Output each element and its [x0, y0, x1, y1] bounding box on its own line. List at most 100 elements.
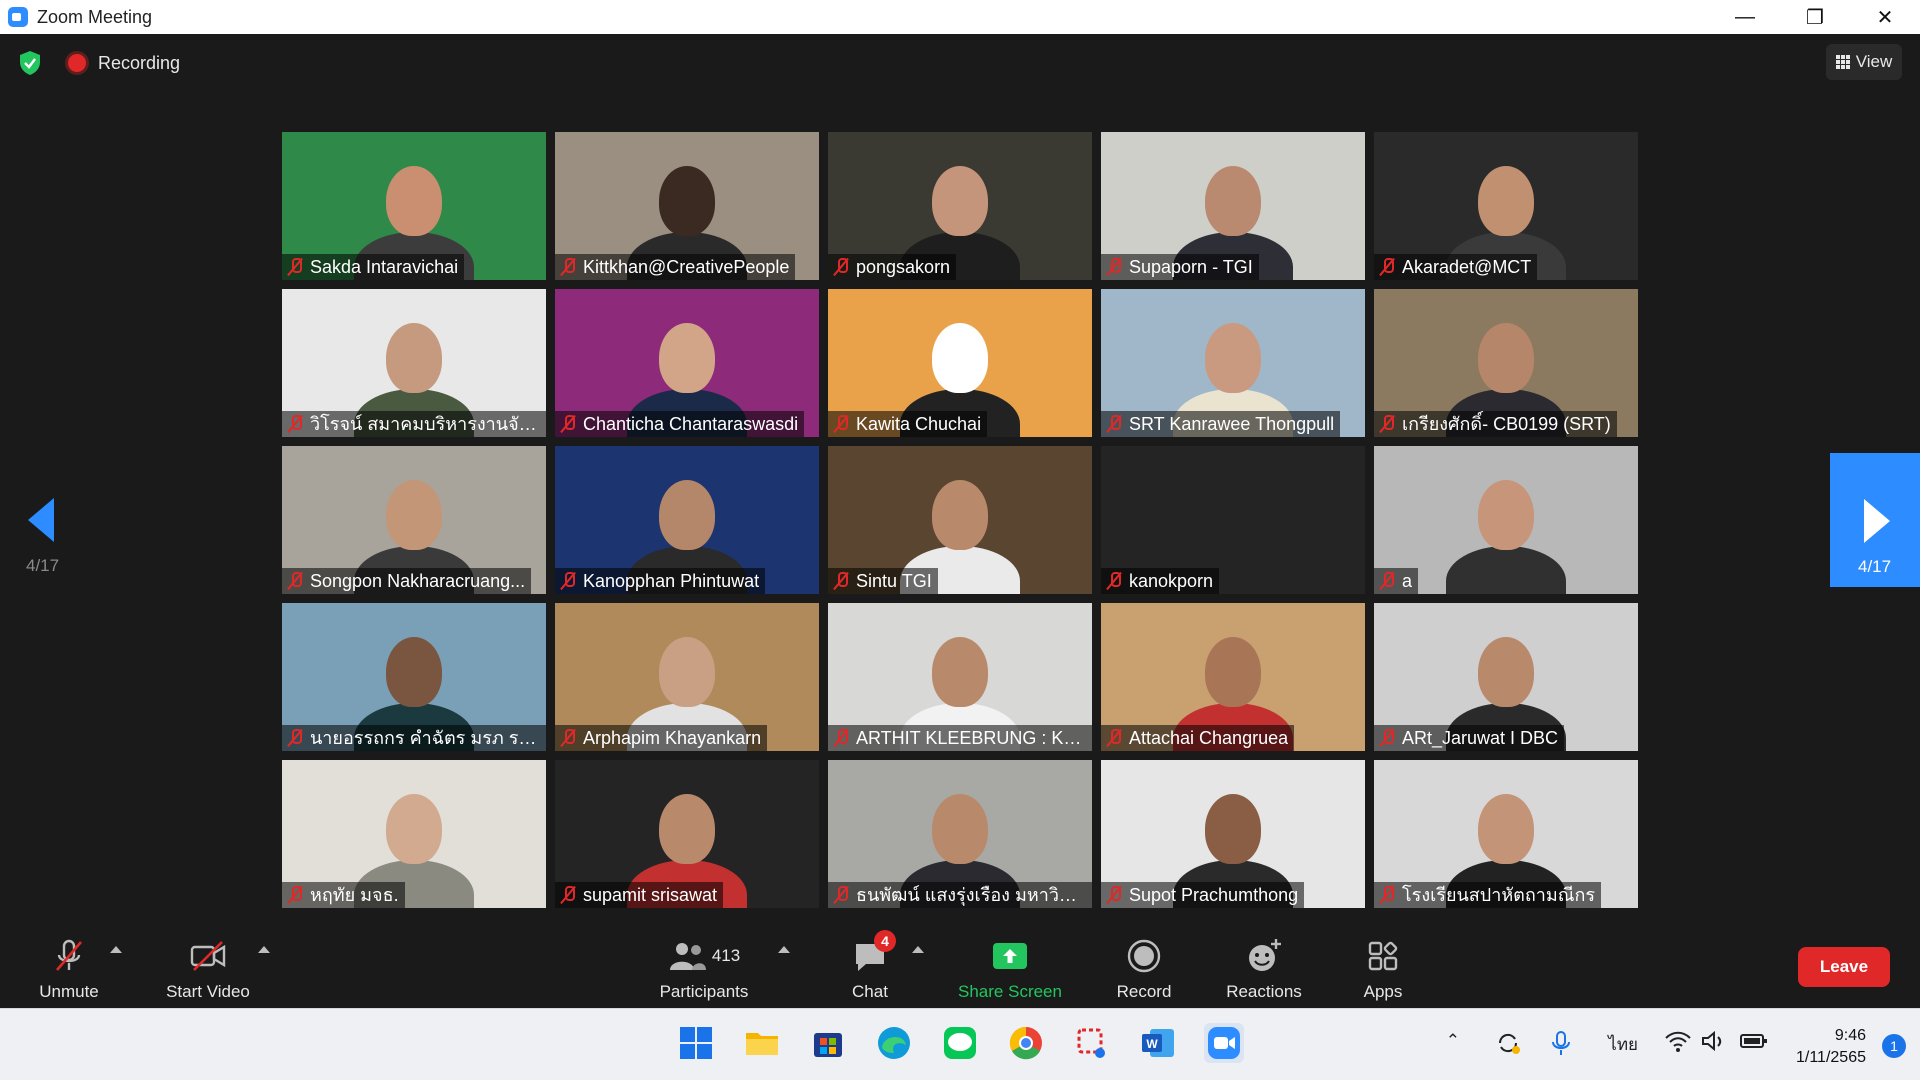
- participant-video-tile[interactable]: Kittkhan@CreativePeople: [555, 132, 819, 280]
- participant-video-tile[interactable]: ธนพัฒน์ แสงรุ่งเรือง มหาวิทย...: [828, 760, 1092, 908]
- participant-video-tile[interactable]: ARTHIT KLEEBRUNG : KVC: [828, 603, 1092, 751]
- previous-page-button[interactable]: 4/17: [18, 488, 74, 578]
- participants-options-chevron-icon[interactable]: [778, 946, 790, 953]
- chat-options-chevron-icon[interactable]: [912, 946, 924, 953]
- participant-video-tile[interactable]: หฤทัย มจธ.: [282, 760, 546, 908]
- microphone-muted-icon: [1378, 885, 1396, 905]
- snipping-tool-icon[interactable]: [1072, 1023, 1112, 1063]
- share-screen-button[interactable]: Share Screen: [950, 928, 1070, 1008]
- participant-video-tile[interactable]: a: [1374, 446, 1638, 594]
- microphone-muted-icon: [286, 571, 304, 591]
- participant-video-tile[interactable]: Chanticha Chantaraswasdi: [555, 289, 819, 437]
- audio-options-chevron-icon[interactable]: [110, 946, 122, 953]
- participant-name-tag: Arphapim Khayankarn: [555, 725, 768, 751]
- start-menu-icon[interactable]: [676, 1023, 716, 1063]
- restore-button[interactable]: ❐: [1780, 0, 1850, 34]
- participant-video-tile[interactable]: Kanopphan Phintuwat: [555, 446, 819, 594]
- participant-name: Attachai Changruea: [1129, 728, 1289, 748]
- arrow-right-icon: [1864, 499, 1890, 543]
- participant-video-tile[interactable]: วิโรจน์ สมาคมบริหารงานจัดซื้...: [282, 289, 546, 437]
- participant-video-tile[interactable]: Supaporn - TGI: [1101, 132, 1365, 280]
- participant-video-tile[interactable]: pongsakorn: [828, 132, 1092, 280]
- chat-button[interactable]: 4 Chat: [830, 928, 910, 1008]
- meeting-topbar: Recording View: [0, 34, 1920, 94]
- volume-icon[interactable]: [1700, 1029, 1728, 1053]
- unmute-button[interactable]: Unmute: [28, 928, 110, 1008]
- start-video-label: Start Video: [166, 982, 250, 1001]
- start-video-button[interactable]: Start Video: [156, 928, 260, 1008]
- participant-name-tag: a: [1374, 568, 1419, 594]
- notification-count-badge[interactable]: 1: [1882, 1034, 1906, 1058]
- participant-face: [1478, 166, 1534, 236]
- input-language-indicator[interactable]: ไทย: [1608, 1031, 1638, 1058]
- microphone-muted-icon: [286, 885, 304, 905]
- participant-video-tile[interactable]: Arphapim Khayankarn: [555, 603, 819, 751]
- participant-video-tile[interactable]: Sintu TGI: [828, 446, 1092, 594]
- participant-name: นายอรรถกร คำฉัตร มรภ ราไ...: [310, 728, 540, 748]
- participant-video-tile[interactable]: Kawita Chuchai: [828, 289, 1092, 437]
- microphone-muted-icon: [832, 571, 850, 591]
- participant-name-tag: Kawita Chuchai: [828, 411, 988, 437]
- video-options-chevron-icon[interactable]: [258, 946, 270, 953]
- participant-name-tag: Supot Prachumthong: [1101, 882, 1305, 908]
- participant-video-tile[interactable]: Songpon Nakharacruang...: [282, 446, 546, 594]
- taskbar-clock[interactable]: 9:46 1/11/2565: [1796, 1025, 1866, 1069]
- participant-name: kanokporn: [1129, 571, 1214, 591]
- reactions-button[interactable]: Reactions: [1220, 928, 1308, 1008]
- participant-name-tag: supamit srisawat: [555, 882, 724, 908]
- view-button[interactable]: View: [1826, 44, 1902, 80]
- participant-name-tag: ธนพัฒน์ แสงรุ่งเรือง มหาวิทย...: [828, 882, 1092, 908]
- participant-video-tile[interactable]: Attachai Changruea: [1101, 603, 1365, 751]
- minimize-button[interactable]: —: [1710, 0, 1780, 34]
- participant-video-tile[interactable]: SRT Kanrawee Thongpull: [1101, 289, 1365, 437]
- zoom-taskbar-icon[interactable]: [1204, 1023, 1244, 1063]
- record-button[interactable]: Record: [1106, 928, 1182, 1008]
- participant-video-tile[interactable]: ARt_Jaruwat I DBC: [1374, 603, 1638, 751]
- participant-video-tile[interactable]: โรงเรียนสปาหัตถามณีกร: [1374, 760, 1638, 908]
- share-screen-label: Share Screen: [958, 982, 1062, 1001]
- participant-video-tile[interactable]: supamit srisawat: [555, 760, 819, 908]
- chat-unread-badge: 4: [874, 930, 896, 952]
- participant-name: a: [1402, 571, 1413, 591]
- tray-overflow-chevron-icon[interactable]: ⌃: [1446, 1031, 1460, 1051]
- sync-icon[interactable]: [1494, 1029, 1522, 1057]
- participant-name-tag: Songpon Nakharacruang...: [282, 568, 532, 594]
- microphone-muted-icon: [832, 414, 850, 434]
- chrome-browser-icon[interactable]: [1006, 1023, 1046, 1063]
- apps-button[interactable]: Apps: [1344, 928, 1422, 1008]
- participants-label: Participants: [659, 982, 749, 1001]
- leave-button[interactable]: Leave: [1798, 947, 1890, 987]
- participant-video-tile[interactable]: นายอรรถกร คำฉัตร มรภ ราไ...: [282, 603, 546, 751]
- participant-video-tile[interactable]: เกรียงศักดิ์- CB0199 (SRT): [1374, 289, 1638, 437]
- tray-microphone-icon[interactable]: [1550, 1029, 1572, 1057]
- participant-name-tag: pongsakorn: [828, 254, 957, 280]
- word-app-icon[interactable]: W: [1138, 1023, 1178, 1063]
- microphone-muted-icon: [286, 728, 304, 748]
- edge-browser-icon[interactable]: [874, 1023, 914, 1063]
- participant-name: Kawita Chuchai: [856, 414, 982, 434]
- participant-name: Kittkhan@CreativePeople: [583, 257, 790, 277]
- microphone-muted-icon: [832, 257, 850, 277]
- participant-face: [386, 480, 442, 550]
- participant-face: [659, 480, 715, 550]
- close-button[interactable]: ✕: [1850, 0, 1920, 34]
- page-indicator-right: 4/17: [1858, 557, 1892, 576]
- file-explorer-icon[interactable]: [742, 1023, 782, 1063]
- participant-face: [386, 637, 442, 707]
- battery-icon[interactable]: [1740, 1031, 1768, 1051]
- participants-button[interactable]: 413 Participants: [650, 928, 758, 1008]
- participant-video-tile[interactable]: Akaradet@MCT: [1374, 132, 1638, 280]
- line-app-icon[interactable]: [940, 1023, 980, 1063]
- next-page-button[interactable]: 4/17: [1830, 453, 1920, 587]
- participant-video-tile[interactable]: Supot Prachumthong: [1101, 760, 1365, 908]
- participant-video-tile[interactable]: kanokporn: [1101, 446, 1365, 594]
- participant-name-tag: เกรียงศักดิ์- CB0199 (SRT): [1374, 411, 1617, 437]
- microphone-muted-icon: [286, 414, 304, 434]
- participant-video-tile[interactable]: Sakda Intaravichai: [282, 132, 546, 280]
- microsoft-store-icon[interactable]: [808, 1023, 848, 1063]
- participant-name: supamit srisawat: [583, 885, 718, 905]
- security-shield-icon[interactable]: [18, 50, 42, 76]
- participant-face: [659, 637, 715, 707]
- participant-name: Kanopphan Phintuwat: [583, 571, 760, 591]
- wifi-icon[interactable]: [1664, 1029, 1692, 1053]
